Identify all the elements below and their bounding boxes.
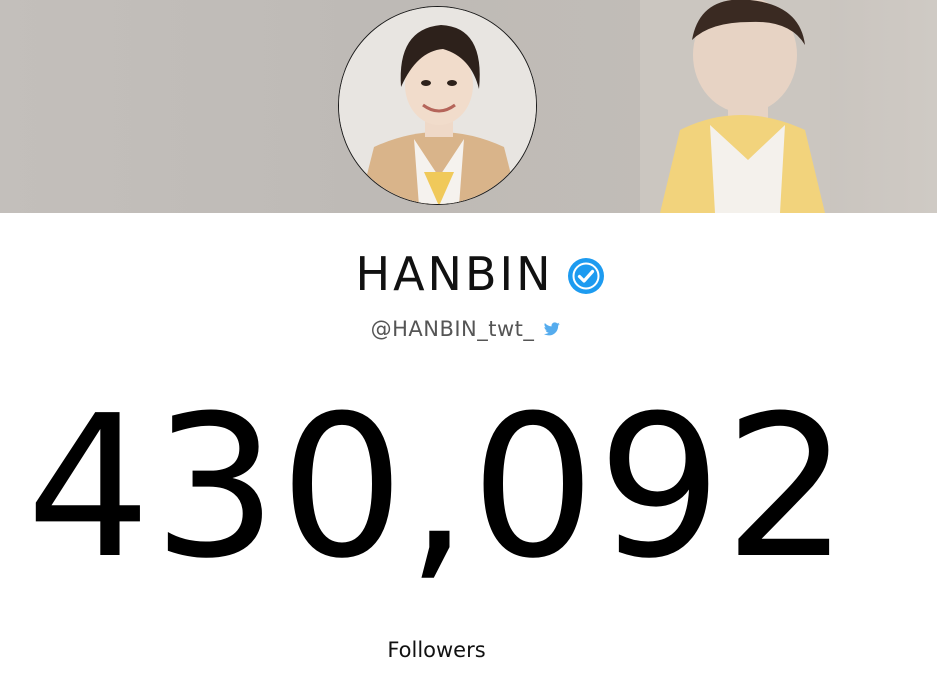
avatar-photo [339,7,536,204]
follower-counter-page: HANBIN @HANBIN_twt_ 430,092 Followers [0,0,937,678]
twitter-bird-icon [544,322,561,336]
profile-name: HANBIN [355,247,554,301]
profile-name-row: HANBIN [0,244,937,304]
profile-avatar[interactable] [338,6,537,205]
followers-label: Followers [387,638,486,662]
profile-handle-row: @HANBIN_twt_ [0,314,937,344]
profile-handle[interactable]: @HANBIN_twt_ [371,317,535,341]
banner-photo [640,0,830,213]
verified-badge-icon [567,258,604,294]
followers-count: 430,092 [26,374,851,602]
